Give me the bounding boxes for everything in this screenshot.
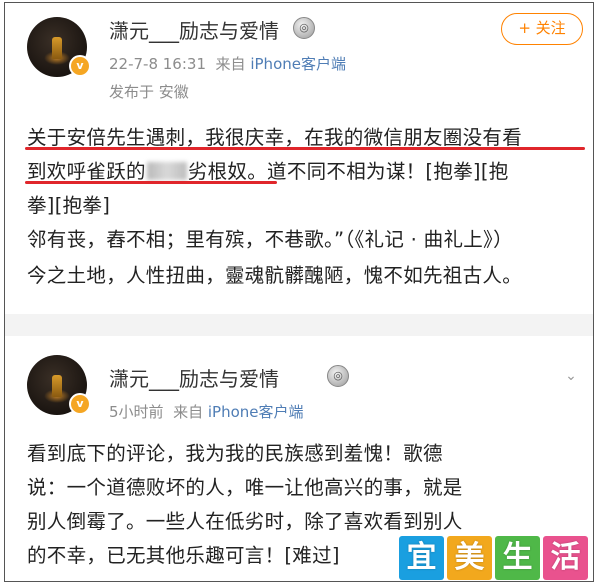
red-underline bbox=[25, 181, 277, 184]
post-separator bbox=[5, 314, 593, 336]
client-link[interactable]: iPhone客户端 bbox=[250, 55, 346, 73]
post-text-line: 拳][抱拳] bbox=[27, 194, 111, 217]
avatar-figure bbox=[52, 375, 62, 397]
client-link[interactable]: iPhone客户端 bbox=[208, 403, 304, 421]
post-text-line: 说：一个道德败坏的人，唯一让他高兴的事，就是 bbox=[27, 476, 463, 499]
watermark-char: 活 bbox=[543, 536, 588, 580]
post-meta: 22-7-8 16:31 来自 iPhone客户端 bbox=[109, 53, 346, 74]
post-text-segment: 劣根奴。道不同不相为谋！[抱拳][抱 bbox=[187, 160, 509, 183]
verified-badge-icon: v bbox=[69, 393, 91, 415]
avatar-figure bbox=[52, 37, 62, 59]
watermark-logo: 宜 美 生 活 bbox=[399, 536, 588, 580]
location: 发布于 安徽 bbox=[109, 83, 189, 101]
post-text-line: 到欢呼雀跃的 劣根奴。道不同不相为谋！[抱拳][抱 bbox=[27, 155, 509, 184]
post-text-line: 今之土地，人性扭曲，靈魂骯髒醜陋，愧不如先祖古人。 bbox=[27, 264, 523, 287]
from-label: 来自 bbox=[215, 55, 246, 73]
weibo-post-1: v 潇元___励志与爱情 ◎ 22-7-8 16:31 来自 iPhone客户端… bbox=[5, 3, 593, 313]
screenshot-frame: v 潇元___励志与爱情 ◎ 22-7-8 16:31 来自 iPhone客户端… bbox=[4, 2, 594, 582]
from-label: 来自 bbox=[173, 403, 204, 421]
post-text-line: 的不幸，已无其他乐趣可言！[难过] bbox=[27, 544, 340, 567]
watermark-char: 生 bbox=[495, 536, 540, 580]
post-text-line: 看到底下的评论，我为我的民族感到羞愧！歌德 bbox=[27, 442, 443, 465]
blurred-text bbox=[146, 162, 187, 180]
timestamp: 22-7-8 16:31 bbox=[109, 55, 206, 73]
post-text-segment: 到欢呼雀跃的 bbox=[27, 160, 146, 183]
chevron-down-icon[interactable]: ⌄ bbox=[561, 366, 581, 386]
follow-button[interactable]: + 关注 bbox=[501, 13, 583, 45]
verified-badge-icon: v bbox=[69, 55, 91, 77]
medal-icon: ◎ bbox=[327, 365, 349, 387]
watermark-char: 美 bbox=[447, 536, 492, 580]
watermark-char: 宜 bbox=[399, 536, 444, 580]
post-text-line: 邻有丧，舂不相；里有殡，不巷歌。”（《礼记 · 曲礼上》） bbox=[27, 228, 513, 251]
red-underline bbox=[25, 147, 585, 150]
timestamp: 5小时前 bbox=[109, 403, 164, 421]
post-meta: 5小时前 来自 iPhone客户端 bbox=[109, 401, 304, 422]
post-text-line: 关于安倍先生遇刺，我很庆幸，在我的微信朋友圈没有看 bbox=[27, 126, 523, 149]
post-text-line: 别人倒霉了。一些人在低劣时，除了喜欢看到别人 bbox=[27, 510, 463, 533]
username[interactable]: 潇元___励志与爱情 bbox=[109, 15, 279, 44]
username[interactable]: 潇元___励志与爱情 bbox=[109, 363, 279, 392]
medal-icon: ◎ bbox=[293, 17, 315, 39]
